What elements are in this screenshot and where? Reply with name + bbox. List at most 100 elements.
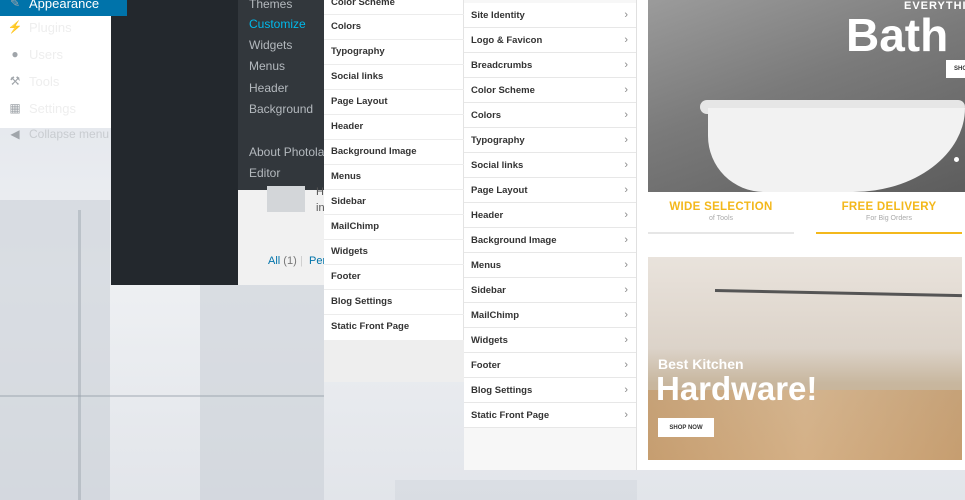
admin-menu-label: Settings [29, 100, 76, 116]
customizer-item[interactable]: Social links [331, 71, 383, 82]
filter-all-count: (1) [283, 255, 297, 267]
feature-free-delivery: FREE DELIVERY For Big Orders [816, 201, 962, 222]
customizer-section-site-identity[interactable]: Site Identity › [464, 3, 636, 28]
divider [324, 64, 464, 65]
chevron-right-icon: › [624, 184, 628, 196]
collapse-menu-button[interactable]: ◀ Collapse menu [0, 121, 127, 147]
submenu-header[interactable]: Header [249, 81, 288, 95]
section-label: Background Image [471, 234, 557, 246]
settings-icon: ▦ [9, 101, 21, 115]
admin-menu-users[interactable]: ● Users [0, 41, 127, 67]
chevron-right-icon: › [624, 334, 628, 346]
customizer-section-footer[interactable]: Footer › [464, 353, 636, 378]
slider-dot[interactable] [954, 157, 959, 162]
submenu-editor[interactable]: Editor [249, 166, 280, 180]
feature-subtitle: For Big Orders [866, 215, 912, 222]
submenu-themes[interactable]: Themes [249, 0, 292, 11]
divider [324, 14, 464, 15]
customizer-section-colors[interactable]: Colors › [464, 103, 636, 128]
divider [324, 164, 464, 165]
chevron-right-icon: › [624, 84, 628, 96]
customizer-section-widgets[interactable]: Widgets › [464, 328, 636, 353]
submenu-customize[interactable]: Customize [249, 17, 306, 31]
admin-menu-settings[interactable]: ▦ Settings [0, 95, 127, 121]
submenu-menus[interactable]: Menus [249, 59, 285, 73]
customizer-item[interactable]: Color Scheme [331, 0, 395, 8]
customizer-section-page-layout[interactable]: Page Layout › [464, 178, 636, 203]
filter-separator: | [300, 255, 303, 267]
chevron-right-icon: › [624, 259, 628, 271]
customizer-section-header[interactable]: Header › [464, 203, 636, 228]
section-label: Site Identity [471, 9, 525, 21]
filter-all-link[interactable]: All (1) [268, 255, 297, 267]
divider [324, 264, 464, 265]
customizer-item[interactable]: Static Front Page [331, 321, 409, 332]
feature-underline-active [816, 232, 962, 234]
section-label: Colors [471, 109, 502, 121]
customizer-section-logo-favicon[interactable]: Logo & Favicon › [464, 28, 636, 53]
filter-all-label: All [268, 255, 281, 267]
customizer-item[interactable]: Page Layout [331, 96, 388, 107]
customizer-section-sidebar[interactable]: Sidebar › [464, 278, 636, 303]
customizer-item[interactable]: Footer [331, 271, 361, 282]
promo-title: Hardware! [656, 370, 818, 407]
customizer-section-breadcrumbs[interactable]: Breadcrumbs › [464, 53, 636, 78]
wrench-icon: ⚒ [9, 74, 21, 88]
collapse-arrow-icon: ◀ [10, 127, 20, 141]
customizer-section-blog-settings[interactable]: Blog Settings › [464, 378, 636, 403]
divider [324, 314, 464, 315]
customizer-section-color-scheme[interactable]: Color Scheme › [464, 78, 636, 103]
section-label: Sidebar [471, 284, 506, 296]
admin-menu-plugins[interactable]: ⚡ Plugins [0, 14, 127, 40]
customizer-item[interactable]: Menus [331, 171, 361, 182]
divider [324, 289, 464, 290]
customizer-section-menus[interactable]: Menus › [464, 253, 636, 278]
customizer-item[interactable]: Background Image [331, 146, 417, 157]
section-label: Static Front Page [471, 409, 550, 421]
user-icon: ● [11, 47, 19, 61]
customizer-item[interactable]: Header [331, 121, 363, 132]
customizer-item[interactable]: Widgets [331, 246, 368, 257]
customizer-section-social-links[interactable]: Social links › [464, 153, 636, 178]
chevron-right-icon: › [624, 409, 628, 421]
customizer-item[interactable]: MailChimp [331, 221, 379, 232]
customizer-section-static-front-page[interactable]: Static Front Page › [464, 403, 636, 428]
section-label: Typography [471, 134, 525, 146]
hero-shop-button[interactable]: SHO [946, 60, 965, 78]
section-label: Breadcrumbs [471, 59, 533, 71]
feature-title: FREE DELIVERY [841, 201, 937, 213]
plug-icon: ⚡ [7, 20, 23, 34]
section-label: MailChimp [471, 309, 520, 321]
chevron-right-icon: › [624, 284, 628, 296]
submenu-background[interactable]: Background [249, 102, 313, 116]
customizer-section-mailchimp[interactable]: MailChimp › [464, 303, 636, 328]
customizer-item[interactable]: Sidebar [331, 196, 366, 207]
avatar [267, 186, 305, 212]
chevron-right-icon: › [624, 134, 628, 146]
divider [324, 239, 464, 240]
brush-icon: ✎ [9, 0, 21, 10]
chevron-right-icon: › [624, 34, 628, 46]
submenu-about-photolab[interactable]: About Photolab [249, 145, 331, 159]
chevron-right-icon: › [624, 109, 628, 121]
admin-menu-tools[interactable]: ⚒ Tools [0, 68, 127, 94]
customizer-item[interactable]: Blog Settings [331, 296, 392, 307]
submenu-widgets[interactable]: Widgets [249, 38, 292, 52]
divider [324, 189, 464, 190]
customizer-section-typography[interactable]: Typography › [464, 128, 636, 153]
chevron-right-icon: › [624, 234, 628, 246]
admin-menu-label: Tools [29, 73, 60, 89]
customizer-item[interactable]: Typography [331, 46, 385, 57]
customizer-section-background-image[interactable]: Background Image › [464, 228, 636, 253]
divider [324, 139, 464, 140]
chevron-right-icon: › [624, 9, 628, 21]
feature-title: WIDE SELECTION [669, 201, 773, 213]
admin-menu-label: Users [29, 46, 63, 62]
hero-title: Bath [846, 9, 949, 61]
customizer-item[interactable]: Colors [331, 21, 361, 32]
admin-menu-label: Appearance [29, 0, 100, 11]
shop-now-button[interactable]: SHOP NOW [658, 418, 714, 437]
background-counter [395, 480, 637, 500]
feature-wide-selection: WIDE SELECTION of Tools [648, 201, 794, 222]
background-window-frame [78, 210, 81, 500]
